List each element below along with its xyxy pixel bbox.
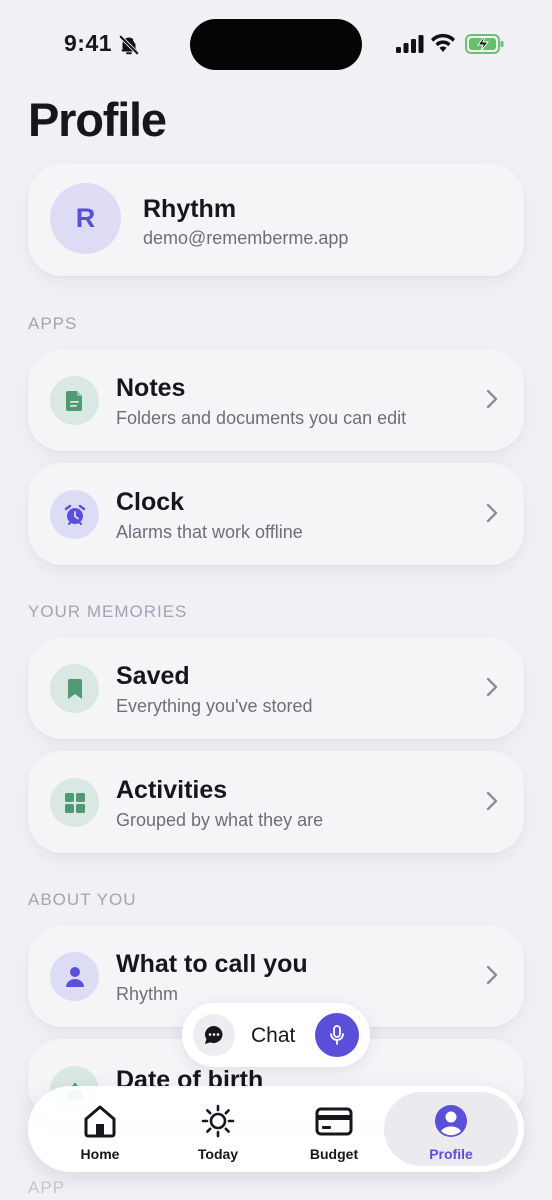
- section-label-apps: APPS: [28, 314, 78, 333]
- section-label-app: APP: [28, 1178, 66, 1197]
- section-label-about: ABOUT YOU: [28, 890, 137, 909]
- alarm-clock-icon: [50, 490, 99, 539]
- status-time: 9:41: [64, 30, 113, 56]
- profile-icon: [434, 1104, 468, 1143]
- notes-subtitle: Folders and documents you can edit: [116, 408, 407, 428]
- tab-label-profile: Profile: [429, 1146, 473, 1162]
- tab-home[interactable]: Home: [42, 1092, 158, 1166]
- chat-label: Chat: [251, 1024, 296, 1047]
- profile-card[interactable]: R Rhythm demo@rememberme.app: [28, 164, 524, 276]
- clock-item[interactable]: Clock Alarms that work offline: [28, 463, 524, 565]
- profile-email: demo@rememberme.app: [143, 228, 349, 248]
- notes-title: Notes: [116, 374, 186, 402]
- document-icon: [50, 376, 99, 425]
- chevron-right-icon: [486, 389, 498, 414]
- chat-pill[interactable]: Chat: [182, 1003, 370, 1067]
- tab-today[interactable]: Today: [160, 1092, 276, 1166]
- battery-charging-icon: [465, 33, 505, 60]
- chevron-right-icon: [486, 677, 498, 702]
- status-bar: 9:41: [0, 0, 552, 90]
- name-subtitle: Rhythm: [116, 984, 179, 1004]
- cellular-signal-icon: [396, 35, 424, 58]
- wifi-icon: [430, 33, 456, 58]
- microphone-button[interactable]: [315, 1013, 359, 1057]
- dynamic-island: [190, 19, 362, 70]
- chevron-right-icon: [486, 965, 498, 990]
- avatar: R: [50, 183, 121, 254]
- microphone-icon: [330, 1025, 344, 1045]
- tab-bar: Home Today Budget Profile: [28, 1086, 524, 1172]
- grid-icon: [50, 778, 99, 827]
- section-label-memories: YOUR MEMORIES: [28, 602, 188, 621]
- saved-subtitle: Everything you've stored: [116, 696, 313, 716]
- card-icon: [315, 1104, 353, 1143]
- clock-title: Clock: [116, 488, 185, 516]
- home-icon: [82, 1104, 118, 1143]
- bell-slash-icon: [118, 34, 140, 61]
- saved-item[interactable]: Saved Everything you've stored: [28, 637, 524, 739]
- activities-item[interactable]: Activities Grouped by what they are: [28, 751, 524, 853]
- saved-title: Saved: [116, 662, 190, 690]
- tab-label-today: Today: [197, 1146, 239, 1162]
- name-title: What to call you: [116, 950, 308, 978]
- bookmark-icon: [50, 664, 99, 713]
- clock-subtitle: Alarms that work offline: [116, 522, 303, 542]
- tab-budget[interactable]: Budget: [276, 1092, 392, 1166]
- activities-subtitle: Grouped by what they are: [116, 810, 324, 830]
- notes-item[interactable]: Notes Folders and documents you can edit: [28, 349, 524, 451]
- chat-bubble-icon: [193, 1014, 235, 1056]
- activities-title: Activities: [116, 776, 228, 804]
- tab-label-home: Home: [80, 1146, 120, 1162]
- page-title: Profile: [28, 93, 167, 146]
- sun-icon: [200, 1104, 236, 1143]
- chevron-right-icon: [486, 791, 498, 816]
- tab-label-budget: Budget: [309, 1146, 359, 1162]
- tab-profile[interactable]: Profile: [384, 1092, 518, 1166]
- chevron-right-icon: [486, 503, 498, 528]
- profile-name: Rhythm: [143, 195, 237, 223]
- person-icon: [50, 952, 99, 1001]
